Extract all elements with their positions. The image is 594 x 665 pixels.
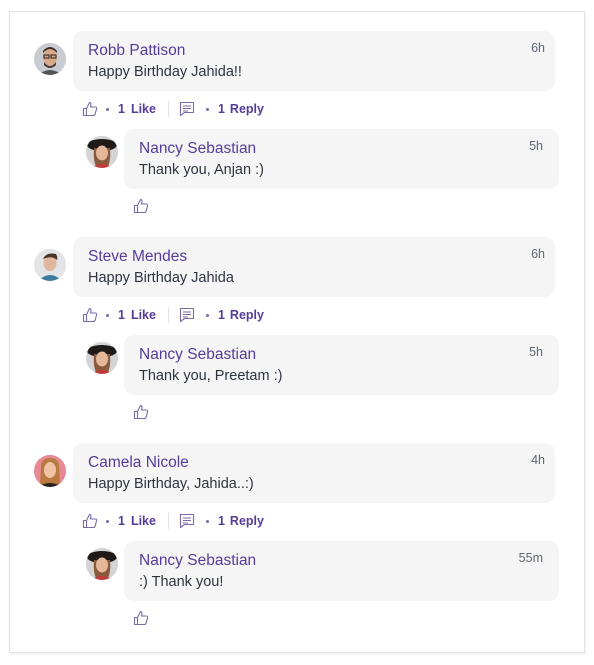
comment-time: 4h xyxy=(531,453,545,467)
comment-author[interactable]: Steve Mendes xyxy=(88,248,187,266)
like-button[interactable]: Like xyxy=(131,102,156,116)
reply-time: 5h xyxy=(529,139,543,153)
like-icon[interactable] xyxy=(133,610,149,626)
like-icon[interactable] xyxy=(133,404,149,420)
user-avatar-woman-icon xyxy=(34,455,66,487)
reply-count: 1 xyxy=(217,514,225,528)
separator-dot xyxy=(205,313,209,317)
reply-button[interactable]: Reply xyxy=(230,514,264,528)
comment-time: 6h xyxy=(531,247,545,261)
divider xyxy=(167,101,169,117)
comment-actions: 1 Like 1 Reply xyxy=(82,100,264,118)
comment-actions: 1 Like 1 Reply xyxy=(82,512,264,530)
reply-time: 5h xyxy=(529,345,543,359)
user-avatar-man-icon xyxy=(34,249,66,281)
comments-card: Robb Pattison Happy Birthday Jahida!! 6h… xyxy=(9,11,585,653)
reply-author[interactable]: Nancy Sebastian xyxy=(139,140,256,158)
like-count: 1 xyxy=(118,308,125,322)
like-count: 1 xyxy=(118,102,125,116)
comment-icon[interactable] xyxy=(179,101,195,117)
user-avatar-woman-hat-icon xyxy=(86,136,118,168)
avatar-nancy-sebastian[interactable] xyxy=(86,548,118,580)
like-icon[interactable] xyxy=(82,513,98,529)
reply-bubble: Nancy Sebastian Thank you, Anjan :) 5h xyxy=(124,129,559,189)
reply-button[interactable]: Reply xyxy=(230,308,264,322)
like-button[interactable]: Like xyxy=(131,308,156,322)
comment-text: Happy Birthday, Jahida..:) xyxy=(88,476,254,492)
reply-bubble: Nancy Sebastian Thank you, Preetam :) 5h xyxy=(124,335,559,395)
separator-dot xyxy=(106,519,109,523)
like-count: 1 xyxy=(118,514,125,528)
comment-bubble: Steve Mendes Happy Birthday Jahida 6h xyxy=(73,237,555,297)
avatar-nancy-sebastian[interactable] xyxy=(86,342,118,374)
separator-dot xyxy=(106,313,109,317)
comment-actions: 1 Like 1 Reply xyxy=(82,306,264,324)
avatar-robb-pattison[interactable] xyxy=(34,43,66,75)
like-button[interactable]: Like xyxy=(131,514,156,528)
like-icon[interactable] xyxy=(82,307,98,323)
comment-bubble: Robb Pattison Happy Birthday Jahida!! 6h xyxy=(73,31,555,91)
divider xyxy=(167,513,169,529)
comment-author[interactable]: Camela Nicole xyxy=(88,454,189,472)
reply-count: 1 xyxy=(217,308,225,322)
comment-icon[interactable] xyxy=(179,513,195,529)
like-icon[interactable] xyxy=(133,198,149,214)
reply-text: Thank you, Anjan :) xyxy=(139,162,264,178)
comment-icon[interactable] xyxy=(179,307,195,323)
user-avatar-woman-hat-icon xyxy=(86,342,118,374)
comment-text: Happy Birthday Jahida!! xyxy=(88,64,242,80)
separator-dot xyxy=(205,107,209,111)
reply-bubble: Nancy Sebastian :) Thank you! 55m xyxy=(124,541,559,601)
avatar-camela-nicole[interactable] xyxy=(34,455,66,487)
user-avatar-man-glasses-icon xyxy=(34,43,66,75)
avatar-nancy-sebastian[interactable] xyxy=(86,136,118,168)
comment-bubble: Camela Nicole Happy Birthday, Jahida..:)… xyxy=(73,443,555,503)
reply-author[interactable]: Nancy Sebastian xyxy=(139,346,256,364)
avatar-steve-mendes[interactable] xyxy=(34,249,66,281)
reply-text: :) Thank you! xyxy=(139,574,224,590)
separator-dot xyxy=(205,519,209,523)
reply-count: 1 xyxy=(217,102,225,116)
separator-dot xyxy=(106,107,109,111)
comment-time: 6h xyxy=(531,41,545,55)
user-avatar-woman-hat-icon xyxy=(86,548,118,580)
reply-author[interactable]: Nancy Sebastian xyxy=(139,552,256,570)
like-icon[interactable] xyxy=(82,101,98,117)
divider xyxy=(167,307,169,323)
reply-text: Thank you, Preetam :) xyxy=(139,368,283,384)
reply-time: 55m xyxy=(518,551,543,565)
comment-text: Happy Birthday Jahida xyxy=(88,270,234,286)
reply-button[interactable]: Reply xyxy=(230,102,264,116)
comment-author[interactable]: Robb Pattison xyxy=(88,42,185,60)
